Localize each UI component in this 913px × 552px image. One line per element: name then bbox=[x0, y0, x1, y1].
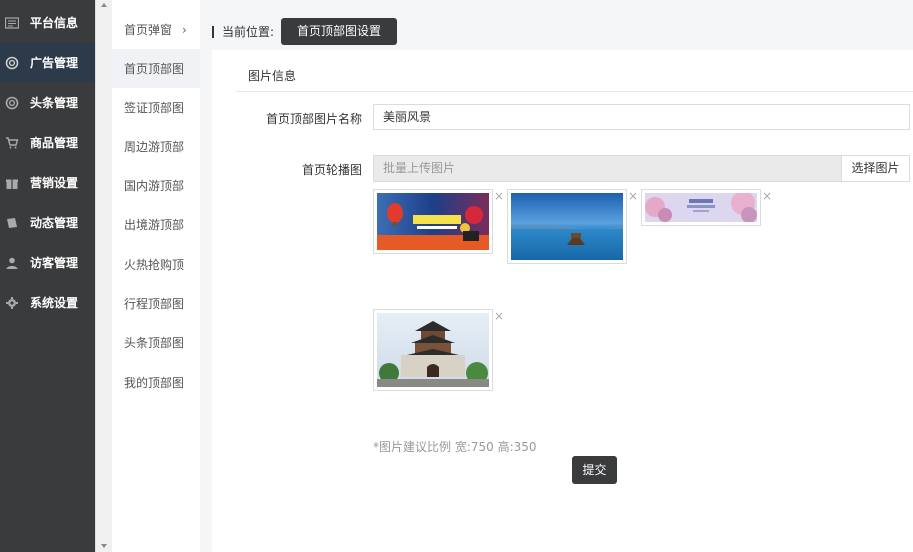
breadcrumb-current: 首页顶部图设置 bbox=[281, 18, 398, 45]
image-name-input[interactable]: 美丽风景 bbox=[373, 104, 910, 130]
thumbnail-image bbox=[377, 313, 489, 387]
sidebar-item-label: 广告管理 bbox=[30, 55, 79, 70]
choose-image-button[interactable]: 选择图片 bbox=[841, 155, 910, 182]
sidebar-scrollbar[interactable] bbox=[95, 0, 112, 552]
gear-icon bbox=[5, 296, 19, 309]
submenu-item-label: 行程顶部图 bbox=[124, 297, 185, 311]
submenu-item-mine-top[interactable]: 我的顶部图 bbox=[112, 363, 200, 402]
thumbnail-image bbox=[511, 193, 623, 260]
submenu-item-home-top-image[interactable]: 首页顶部图 bbox=[112, 49, 200, 88]
name-field-label: 首页顶部图片名称 bbox=[265, 112, 362, 126]
chevron-right-icon: › bbox=[182, 22, 187, 37]
remove-image-icon[interactable]: × bbox=[494, 309, 504, 323]
panel-title: 图片信息 bbox=[248, 69, 297, 83]
carousel-field-label: 首页轮播图 bbox=[301, 163, 362, 177]
scroll-up-icon[interactable] bbox=[101, 3, 107, 7]
remove-image-icon[interactable]: × bbox=[762, 189, 772, 203]
id-card-icon bbox=[5, 16, 19, 29]
sidebar-item-label: 营销设置 bbox=[30, 175, 79, 190]
sidebar-item-news-management[interactable]: 动态管理 bbox=[0, 202, 95, 242]
image-ratio-hint: *图片建议比例 宽:750 高:350 bbox=[373, 440, 537, 454]
submenu-item-label: 首页弹窗 bbox=[124, 23, 173, 37]
carousel-thumbnail[interactable]: × bbox=[373, 189, 504, 254]
batch-upload-field[interactable]: 批量上传图片 bbox=[373, 155, 842, 182]
submenu-item-nearby-top[interactable]: 周边游顶部 bbox=[112, 127, 200, 166]
sidebar-item-label: 平台信息 bbox=[30, 15, 79, 30]
secondary-menu: 首页弹窗 › 首页顶部图 签证顶部图 周边游顶部 国内游顶部 出境游顶部 火热抢… bbox=[112, 0, 200, 552]
sidebar-item-label: 访客管理 bbox=[30, 255, 79, 270]
gift-icon bbox=[5, 176, 19, 189]
submenu-item-label: 出境游顶部 bbox=[124, 218, 185, 232]
thumbnail-image bbox=[645, 193, 757, 222]
submenu-item-flash-sale-top[interactable]: 火热抢购顶 bbox=[112, 245, 200, 284]
submenu-item-label: 头条顶部图 bbox=[124, 336, 185, 350]
sidebar-item-visitor-management[interactable]: 访客管理 bbox=[0, 242, 95, 282]
submenu-item-label: 火热抢购顶 bbox=[124, 258, 185, 272]
main-content: 当前位置: 首页顶部图设置 图片信息 首页顶部图片名称 美丽风景 首页轮播图 批… bbox=[200, 0, 913, 552]
user-icon bbox=[5, 256, 19, 269]
cart-icon bbox=[5, 136, 19, 149]
submenu-item-label: 签证顶部图 bbox=[124, 101, 185, 115]
submenu-item-outbound-top[interactable]: 出境游顶部 bbox=[112, 205, 200, 244]
sidebar-item-ad-management[interactable]: 广告管理 bbox=[0, 42, 95, 82]
sidebar-item-platform-info[interactable]: 平台信息 bbox=[0, 2, 95, 42]
remove-image-icon[interactable]: × bbox=[494, 189, 504, 203]
submenu-item-label: 国内游顶部 bbox=[124, 179, 185, 193]
main-sidebar: 平台信息 广告管理 头条管理 商品管理 营销设置 动态管理 访客管理 系统设置 bbox=[0, 0, 95, 552]
sidebar-item-headline-management[interactable]: 头条管理 bbox=[0, 82, 95, 122]
submenu-item-visa-top-image[interactable]: 签证顶部图 bbox=[112, 88, 200, 127]
image-info-panel: 图片信息 首页顶部图片名称 美丽风景 首页轮播图 批量上传图片 选择图片 × ×… bbox=[212, 50, 913, 552]
remove-image-icon[interactable]: × bbox=[628, 189, 638, 203]
carousel-thumbnail[interactable]: × bbox=[641, 189, 772, 226]
submenu-item-headline-top[interactable]: 头条顶部图 bbox=[112, 323, 200, 362]
panel-divider bbox=[236, 91, 913, 92]
submenu-item-itinerary-top[interactable]: 行程顶部图 bbox=[112, 284, 200, 323]
submenu-item-label: 我的顶部图 bbox=[124, 376, 185, 390]
sidebar-item-label: 动态管理 bbox=[30, 215, 79, 230]
lifebuoy-icon bbox=[5, 56, 19, 70]
thumbnail-image bbox=[377, 193, 489, 250]
lifebuoy-icon bbox=[5, 96, 19, 110]
breadcrumb-marker bbox=[212, 25, 214, 38]
scroll-down-icon[interactable] bbox=[101, 544, 107, 548]
sidebar-item-label: 头条管理 bbox=[30, 95, 79, 110]
submenu-item-label: 首页顶部图 bbox=[124, 62, 185, 76]
sidebar-item-label: 系统设置 bbox=[30, 295, 79, 310]
breadcrumb-label: 当前位置: bbox=[222, 25, 275, 39]
submit-button[interactable]: 提交 bbox=[572, 456, 617, 484]
breadcrumb: 当前位置: 首页顶部图设置 bbox=[212, 18, 398, 45]
sidebar-item-product-management[interactable]: 商品管理 bbox=[0, 122, 95, 162]
submenu-item-label: 周边游顶部 bbox=[124, 140, 185, 154]
sidebar-item-label: 商品管理 bbox=[30, 135, 79, 150]
carousel-thumbnail[interactable]: × bbox=[373, 309, 504, 391]
sidebar-item-system-settings[interactable]: 系统设置 bbox=[0, 282, 95, 322]
sidebar-item-marketing-settings[interactable]: 营销设置 bbox=[0, 162, 95, 202]
carousel-thumbnail[interactable]: × bbox=[507, 189, 638, 264]
submenu-item-home-popup[interactable]: 首页弹窗 › bbox=[112, 10, 200, 49]
book-icon bbox=[5, 216, 19, 228]
submenu-item-domestic-top[interactable]: 国内游顶部 bbox=[112, 166, 200, 205]
